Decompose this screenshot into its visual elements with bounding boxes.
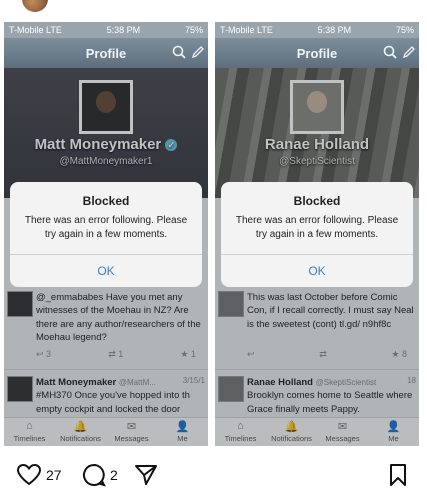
phone-screenshot-right: T-Mobile LTE 5:38 PM 75% Profile Ranae H… [215,22,419,446]
like-count: 27 [46,467,62,483]
status-bar: T-Mobile LTE 5:38 PM 75% [215,22,419,38]
dialog-message: There was an error following. Please try… [24,215,188,240]
battery: 75% [395,25,414,35]
comment-icon[interactable] [82,463,106,487]
compose-icon[interactable] [402,45,416,59]
alert-dialog: Blocked There was an error following. Pl… [10,182,202,287]
send-icon[interactable] [134,463,158,487]
comment-count: 2 [110,467,118,483]
post-actions: 27 2 [0,455,427,495]
ok-button[interactable]: OK [10,254,202,287]
bookmark-icon[interactable] [388,463,408,487]
alert-dialog: Blocked There was an error following. Pl… [221,182,413,287]
clock: 5:38 PM [106,25,141,35]
save-action[interactable] [388,463,408,487]
nav-bar: Profile [4,38,208,68]
nav-title: Profile [296,45,338,61]
share-action[interactable] [134,463,158,487]
clock: 5:38 PM [317,25,352,35]
dialog-message: There was an error following. Please try… [235,215,399,240]
dialog-title: Blocked [293,194,341,208]
carrier: T-Mobile [220,25,255,35]
compose-icon[interactable] [191,45,205,59]
heart-icon[interactable] [16,463,42,487]
network: LTE [46,25,62,35]
phone-screenshot-left: T-Mobile LTE 5:38 PM 75% Profile Matt Mo… [4,22,208,446]
carrier: T-Mobile [9,25,44,35]
search-icon[interactable] [172,45,186,59]
comment-action[interactable]: 2 [82,463,118,487]
battery: 75% [184,25,203,35]
search-icon[interactable] [383,45,397,59]
status-bar: T-Mobile LTE 5:38 PM 75% [4,22,208,38]
post-header-strip [0,0,427,22]
ok-button[interactable]: OK [221,254,413,287]
nav-title: Profile [85,45,127,61]
post-author-avatar[interactable] [22,0,48,12]
nav-bar: Profile [215,38,419,68]
dialog-title: Blocked [82,194,130,208]
like-action[interactable]: 27 [16,463,62,487]
network: LTE [257,25,273,35]
